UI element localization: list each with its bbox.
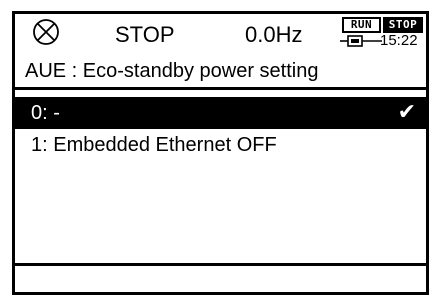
output-frequency: 0.0Hz — [245, 22, 303, 47]
option-label: 1: Embedded Ethernet OFF — [31, 134, 277, 156]
bottom-divider — [15, 263, 426, 266]
clock-time: 15:22 — [380, 32, 418, 49]
stop-indicator: STOP — [383, 17, 423, 33]
connector-icon — [340, 35, 382, 47]
option-list: 0: - ✔ 1: Embedded Ethernet OFF — [15, 97, 426, 161]
option-label: 0: - — [31, 102, 60, 124]
status-bar: STOP 0.0Hz RUN STOP 15:22 — [15, 14, 426, 52]
circled-x-icon — [33, 19, 59, 45]
checkmark-icon: ✔ — [397, 100, 416, 125]
option-0[interactable]: 0: - ✔ — [15, 97, 426, 129]
display-frame: STOP 0.0Hz RUN STOP 15:22 AUE : Eco-stan… — [12, 11, 429, 295]
run-indicator: RUN — [342, 17, 381, 33]
parameter-title: AUE : Eco-standby power setting — [15, 54, 426, 90]
option-1[interactable]: 1: Embedded Ethernet OFF — [15, 129, 426, 161]
operation-state: STOP — [115, 22, 175, 47]
